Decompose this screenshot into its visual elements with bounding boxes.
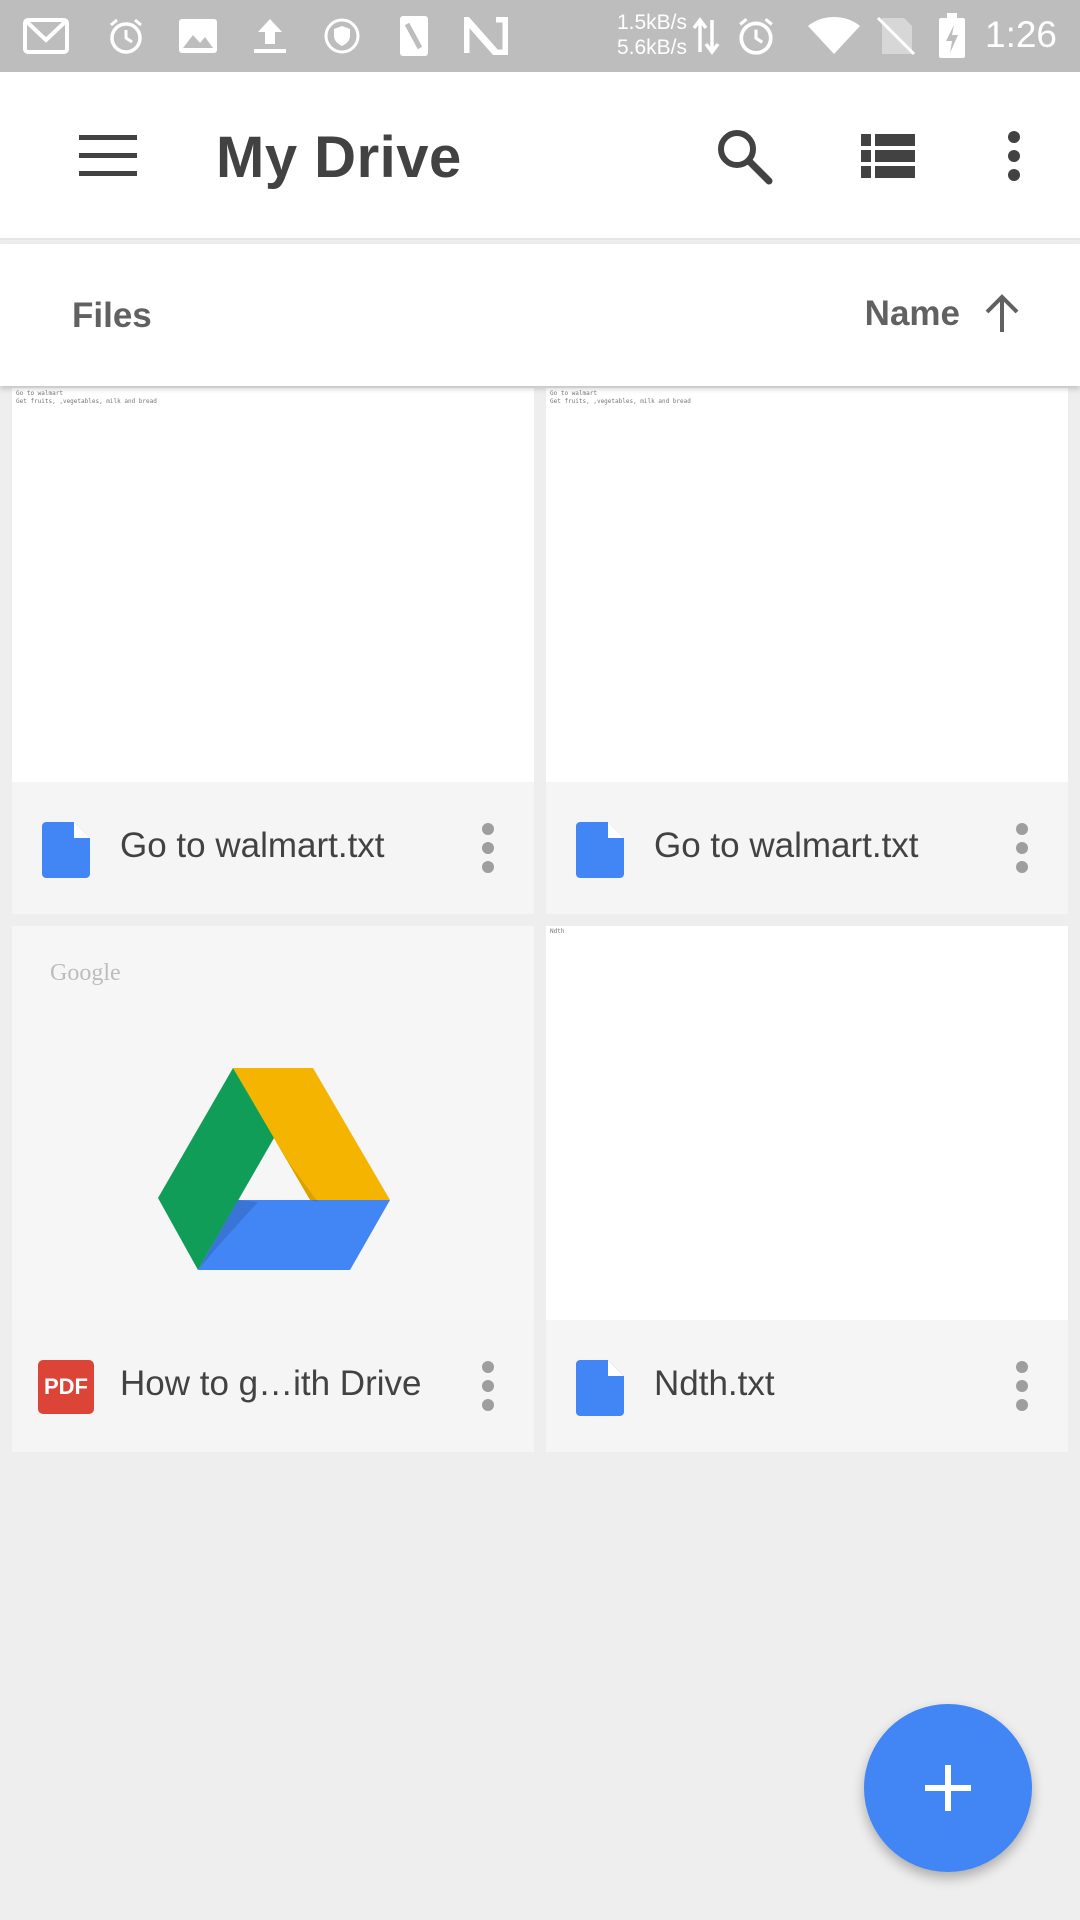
thumbnail-preview-text: Ndth <box>550 928 565 935</box>
search-button[interactable] <box>696 108 792 204</box>
file-card[interactable]: Ndth Ndth.txt <box>546 926 1068 1452</box>
file-card[interactable]: Go to walmart Get fruits, ,vegetables, m… <box>546 388 1068 914</box>
drive-app: 1.5kB/s 5.6kB/s 1:26 My Drive Files Name… <box>0 0 1080 1920</box>
gmail-icon <box>22 12 70 60</box>
arrow-up-icon <box>985 294 1019 332</box>
more-options-button[interactable] <box>966 108 1062 204</box>
pdf-label: PDF <box>44 1374 88 1399</box>
drive-logo-icon <box>158 1068 390 1270</box>
file-thumbnail[interactable]: Google <box>12 926 534 1320</box>
n-icon <box>462 12 510 60</box>
file-more-button[interactable] <box>464 1348 512 1424</box>
search-icon <box>718 130 773 185</box>
file-thumbnail[interactable]: Ndth <box>546 926 1068 1320</box>
battery-charging-icon <box>928 12 976 60</box>
more-vert-icon <box>1008 131 1020 181</box>
sort-bar: Files Name <box>0 244 1080 386</box>
list-view-icon <box>861 134 915 178</box>
file-card[interactable]: Google PDF How to g…ith Drive <box>12 926 534 1452</box>
menu-icon <box>79 135 137 176</box>
pdf-icon: PDF <box>38 1360 94 1414</box>
wifi-icon <box>804 12 864 60</box>
list-view-button[interactable] <box>840 108 936 204</box>
file-more-button[interactable] <box>464 810 512 886</box>
file-card[interactable]: Go to walmart Get fruits, ,vegetables, m… <box>12 388 534 914</box>
page-title: My Drive <box>216 125 462 190</box>
file-card-footer[interactable]: PDF How to g…ith Drive <box>12 1320 534 1452</box>
google-watermark: Google <box>50 960 121 986</box>
data-arrows-icon <box>682 12 730 60</box>
image-icon <box>174 12 222 60</box>
speed-down-text: 5.6kB/s <box>616 36 687 59</box>
file-name: How to g…ith Drive <box>120 1364 422 1403</box>
plus-icon <box>925 1765 971 1811</box>
alarm-icon <box>102 12 150 60</box>
more-vert-icon <box>482 823 494 873</box>
thumbnail-preview-text: Go to walmart Get fruits, ,vegetables, m… <box>550 390 691 405</box>
more-vert-icon <box>482 1361 494 1411</box>
file-card-footer[interactable]: Go to walmart.txt <box>546 782 1068 914</box>
vpn-shield-icon <box>318 12 366 60</box>
file-thumbnail[interactable]: Go to walmart Get fruits, ,vegetables, m… <box>12 388 534 782</box>
app-bar: My Drive <box>0 72 1080 240</box>
file-more-button[interactable] <box>998 1348 1046 1424</box>
thumbnail-preview-text: Go to walmart Get fruits, ,vegetables, m… <box>16 390 157 405</box>
file-more-button[interactable] <box>998 810 1046 886</box>
file-name: Go to walmart.txt <box>120 826 385 865</box>
doc-icon <box>576 822 624 878</box>
file-name: Ndth.txt <box>654 1364 775 1403</box>
sim-icon <box>390 12 438 60</box>
status-bar: 1.5kB/s 5.6kB/s 1:26 <box>0 0 1080 72</box>
more-vert-icon <box>1016 1361 1028 1411</box>
alarm-icon <box>732 12 780 60</box>
doc-icon <box>42 822 90 878</box>
file-card-footer[interactable]: Go to walmart.txt <box>12 782 534 914</box>
no-sim-icon <box>872 12 920 60</box>
upload-icon <box>246 12 294 60</box>
file-card-footer[interactable]: Ndth.txt <box>546 1320 1068 1452</box>
doc-icon <box>576 1360 624 1416</box>
file-name: Go to walmart.txt <box>654 826 919 865</box>
speed-up-text: 1.5kB/s <box>616 11 687 34</box>
network-speed: 1.5kB/s 5.6kB/s <box>605 10 687 60</box>
more-vert-icon <box>1016 823 1028 873</box>
new-file-fab[interactable] <box>864 1704 1032 1872</box>
menu-button[interactable] <box>60 108 156 204</box>
sort-label: Name <box>864 294 960 333</box>
sort-by-name-button[interactable]: Name <box>865 274 1022 354</box>
file-thumbnail[interactable]: Go to walmart Get fruits, ,vegetables, m… <box>546 388 1068 782</box>
section-label-files: Files <box>72 296 152 335</box>
clock-time: 1:26 <box>985 14 1058 55</box>
